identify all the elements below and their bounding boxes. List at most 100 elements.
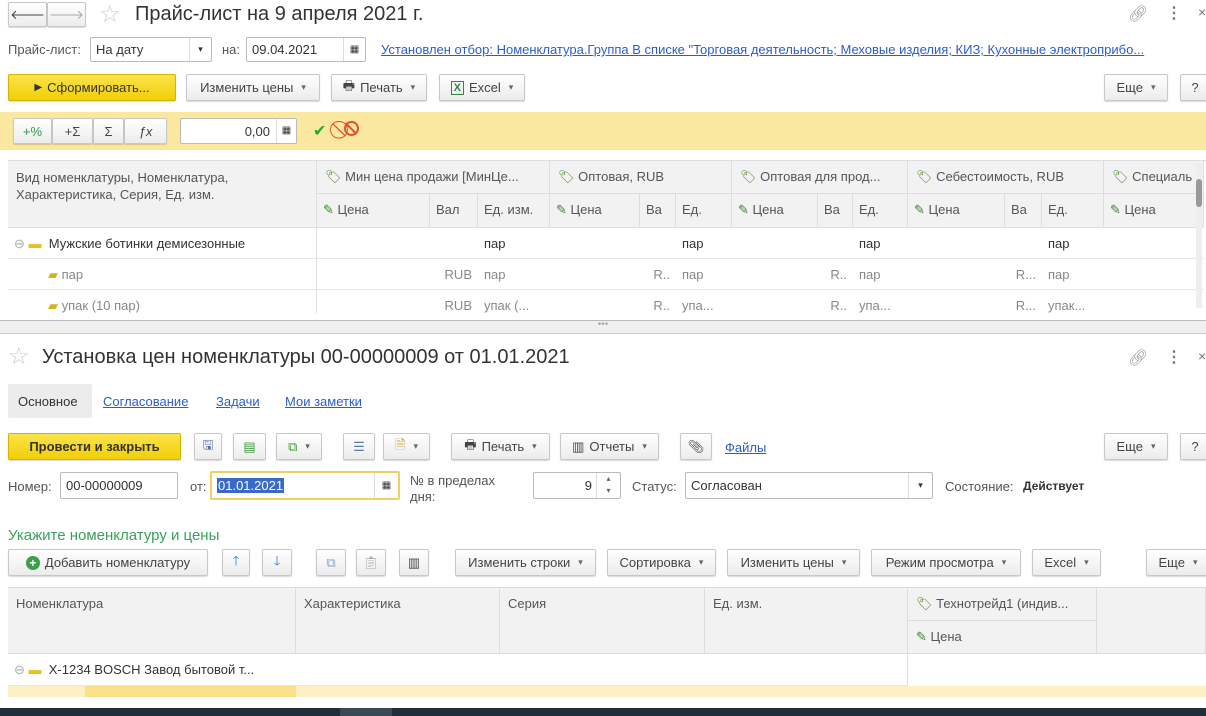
table-cell[interactable]: пар: [676, 228, 732, 259]
table-row[interactable]: ▰ упак (10 пар): [8, 290, 317, 313]
table-cell[interactable]: упа...: [676, 290, 732, 313]
print-button[interactable]: 🖶 Печать: [331, 74, 427, 101]
column-header-series[interactable]: Серия: [500, 588, 705, 654]
help-button[interactable]: ?: [1180, 433, 1206, 460]
table-cell[interactable]: упак...: [1042, 290, 1104, 313]
table-cell[interactable]: [550, 290, 640, 313]
table-cell[interactable]: [908, 290, 1005, 313]
column-subheader[interactable]: Ва: [1005, 194, 1042, 228]
calendar-icon[interactable]: ▦: [374, 473, 398, 498]
spinner-arrows-icon[interactable]: ▴ ▾: [596, 473, 620, 498]
favorite-star-icon[interactable]: ☆: [8, 342, 30, 371]
column-subheader[interactable]: ✎ Цена: [550, 194, 640, 228]
table-row-group[interactable]: ⊖ ▬ X-1234 BOSCH Завод бытовой т...: [8, 654, 908, 686]
more-vertical-icon[interactable]: ⋮: [1166, 3, 1182, 23]
column-header-characteristic[interactable]: Характеристика: [296, 588, 500, 654]
filter-link[interactable]: Установлен отбор: Номенклатура.Группа В …: [381, 42, 1203, 57]
table-row[interactable]: ▰ пар: [8, 259, 317, 290]
date-field[interactable]: 09.04.2021 ▦: [246, 37, 366, 62]
generate-button[interactable]: ▶ Сформировать...: [8, 74, 176, 101]
post-button[interactable]: ▤: [233, 433, 266, 460]
table-cell[interactable]: R..: [640, 290, 676, 313]
table-cell[interactable]: [1104, 259, 1204, 290]
more-button[interactable]: Еще: [1104, 74, 1168, 101]
tab-approval[interactable]: Согласование: [103, 394, 188, 409]
column-subheader[interactable]: Ед.: [1042, 194, 1104, 228]
column-subheader[interactable]: ✎ Цена: [908, 194, 1005, 228]
table-cell[interactable]: R..: [818, 259, 853, 290]
column-subheader[interactable]: Вал: [430, 194, 478, 228]
table-cell[interactable]: [317, 259, 430, 290]
table-cell[interactable]: пар: [478, 228, 550, 259]
move-down-button[interactable]: 🡓: [262, 549, 292, 576]
table-cell[interactable]: [1104, 228, 1204, 259]
column-group-header[interactable]: 🏷︎ Оптовая, RUB: [550, 161, 732, 194]
table-cell[interactable]: RUB: [430, 259, 478, 290]
table-cell[interactable]: [908, 228, 1005, 259]
files-link[interactable]: Файлы: [725, 440, 766, 455]
move-up-button[interactable]: 🡑: [222, 549, 250, 576]
table-cell[interactable]: [317, 228, 430, 259]
table-cell[interactable]: [640, 228, 676, 259]
table-cell[interactable]: [818, 228, 853, 259]
plus-sum-button[interactable]: +Σ: [52, 118, 93, 144]
column-header-price-type[interactable]: 🏷︎ Технотрейд1 (индив...: [908, 588, 1097, 621]
table-cell[interactable]: пар: [478, 259, 550, 290]
scrollbar[interactable]: [1196, 163, 1202, 308]
create-based-on-button[interactable]: ⧉: [276, 433, 322, 460]
more-vertical-icon[interactable]: ⋮: [1166, 347, 1182, 367]
print-button[interactable]: 🖶 Печать: [451, 433, 550, 460]
column-header-nomenclature[interactable]: Вид номенклатуры, Номенклатура, Характер…: [8, 161, 317, 228]
table-cell[interactable]: упа...: [853, 290, 908, 313]
column-subheader[interactable]: Ва: [818, 194, 853, 228]
calculator-icon[interactable]: ▦: [276, 119, 296, 143]
cancel-circle-icon[interactable]: [344, 121, 359, 136]
table-cell[interactable]: пар: [1042, 228, 1104, 259]
paste-button[interactable]: 📋︎: [356, 549, 386, 576]
column-header-nomenclature[interactable]: Номенклатура: [8, 588, 296, 654]
table-cell[interactable]: [732, 228, 818, 259]
table-cell[interactable]: R...: [1005, 259, 1042, 290]
copy-button[interactable]: ⧉: [316, 549, 346, 576]
barcode-button[interactable]: ▥: [399, 549, 429, 576]
price-value-input[interactable]: 0,00 ▦: [180, 118, 297, 144]
table-row[interactable]: ⊖ ▬ Мужские ботинки демисезонные: [8, 228, 317, 259]
attach-button[interactable]: 📎︎: [680, 433, 712, 460]
status-select[interactable]: Согласован ▾: [685, 472, 933, 499]
column-subheader[interactable]: Ва: [640, 194, 676, 228]
column-subheader[interactable]: ✎ Цена: [732, 194, 818, 228]
tab-tasks[interactable]: Задачи: [216, 394, 260, 409]
column-subheader[interactable]: ✎ Цена: [317, 194, 430, 228]
table-cell[interactable]: R..: [818, 290, 853, 313]
favorite-star-icon[interactable]: ☆: [99, 0, 121, 29]
splitter-handle[interactable]: •••: [0, 320, 1206, 334]
table-cell[interactable]: [317, 290, 430, 313]
column-header-price[interactable]: ✎ Цена: [908, 621, 1097, 654]
table-cell[interactable]: [550, 259, 640, 290]
column-group-header[interactable]: 🏷︎ Специаль: [1104, 161, 1204, 194]
column-group-header[interactable]: 🏷︎ Оптовая для прод...: [732, 161, 908, 194]
journal-button[interactable]: ☰: [343, 433, 375, 460]
column-header-unit[interactable]: Ед. изм.: [705, 588, 908, 654]
table-cell[interactable]: пар: [1042, 259, 1104, 290]
table-cell[interactable]: упак (...: [478, 290, 550, 313]
table-row-selected[interactable]: [8, 686, 1206, 697]
excel-button[interactable]: Excel: [1032, 549, 1101, 576]
formula-button[interactable]: ƒx: [124, 118, 167, 144]
table-cell[interactable]: пар: [676, 259, 732, 290]
close-icon[interactable]: ×: [1198, 348, 1206, 364]
save-button[interactable]: 🖫: [194, 433, 222, 460]
more-button[interactable]: Еще: [1146, 549, 1206, 576]
more-button[interactable]: Еще: [1104, 433, 1168, 460]
back-button[interactable]: 🡐: [8, 2, 47, 27]
table-cell[interactable]: пар: [853, 259, 908, 290]
help-button[interactable]: ?: [1180, 74, 1206, 101]
link-icon[interactable]: 🔗︎: [1128, 348, 1148, 368]
table-cell[interactable]: RUB: [430, 290, 478, 313]
forward-button[interactable]: 🡒: [47, 2, 86, 27]
price-list-select[interactable]: На дату ▾: [90, 37, 212, 62]
table-cell[interactable]: пар: [853, 228, 908, 259]
excel-button[interactable]: X Excel: [439, 74, 525, 101]
column-subheader[interactable]: Ед. изм.: [478, 194, 550, 228]
chevron-down-icon[interactable]: ▾: [189, 38, 211, 61]
